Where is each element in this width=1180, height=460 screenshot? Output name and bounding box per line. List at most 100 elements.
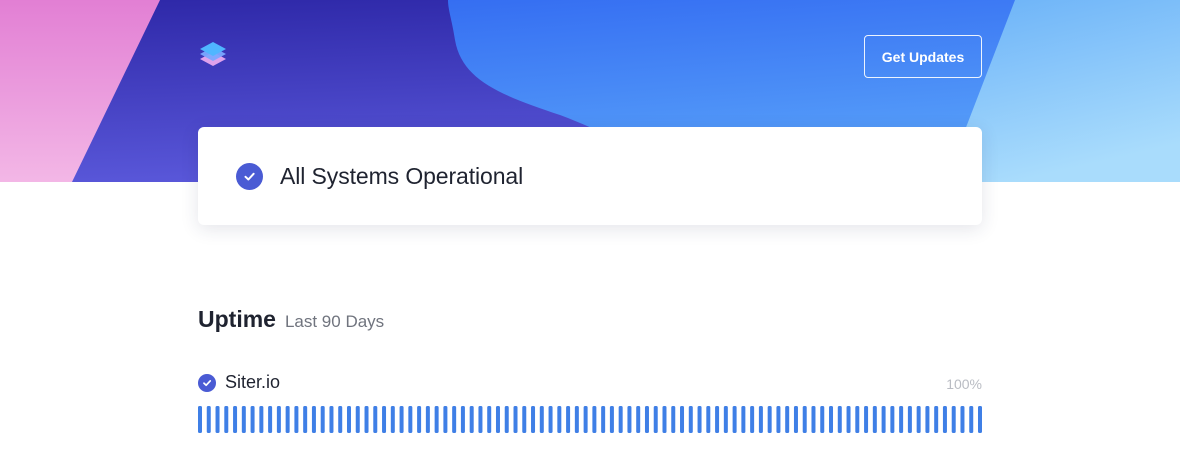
uptime-day-bar[interactable] xyxy=(250,406,255,433)
uptime-day-bar[interactable] xyxy=(495,406,500,433)
uptime-day-bar[interactable] xyxy=(382,406,387,433)
uptime-day-bar[interactable] xyxy=(715,406,720,433)
uptime-day-bar[interactable] xyxy=(268,406,273,433)
uptime-day-bar[interactable] xyxy=(864,406,869,433)
uptime-day-bar[interactable] xyxy=(478,406,483,433)
uptime-day-bar[interactable] xyxy=(618,406,623,433)
uptime-day-bar[interactable] xyxy=(653,406,658,433)
uptime-day-bar[interactable] xyxy=(303,406,308,433)
uptime-day-bar[interactable] xyxy=(899,406,904,433)
uptime-day-bar[interactable] xyxy=(723,406,728,433)
uptime-day-bar[interactable] xyxy=(574,406,579,433)
uptime-day-bar[interactable] xyxy=(741,406,746,433)
uptime-day-bar[interactable] xyxy=(776,406,781,433)
uptime-bar-chart xyxy=(198,406,982,433)
uptime-day-bar[interactable] xyxy=(627,406,632,433)
uptime-day-bar[interactable] xyxy=(688,406,693,433)
uptime-day-bar[interactable] xyxy=(434,406,439,433)
uptime-day-bar[interactable] xyxy=(951,406,956,433)
status-card: All Systems Operational xyxy=(198,127,982,225)
uptime-day-bar[interactable] xyxy=(872,406,877,433)
uptime-day-bar[interactable] xyxy=(294,406,299,433)
uptime-day-bar[interactable] xyxy=(215,406,220,433)
uptime-day-bar[interactable] xyxy=(934,406,939,433)
uptime-day-bar[interactable] xyxy=(978,406,982,433)
uptime-day-bar[interactable] xyxy=(916,406,921,433)
uptime-day-bar[interactable] xyxy=(697,406,702,433)
uptime-day-bar[interactable] xyxy=(241,406,246,433)
uptime-day-bar[interactable] xyxy=(399,406,404,433)
uptime-day-bar[interactable] xyxy=(942,406,947,433)
uptime-day-bar[interactable] xyxy=(925,406,930,433)
uptime-subtitle: Last 90 Days xyxy=(284,312,385,331)
uptime-day-bar[interactable] xyxy=(259,406,264,433)
uptime-day-bar[interactable] xyxy=(373,406,378,433)
uptime-day-bar[interactable] xyxy=(644,406,649,433)
uptime-day-bar[interactable] xyxy=(285,406,290,433)
uptime-day-bar[interactable] xyxy=(364,406,369,433)
uptime-day-bar[interactable] xyxy=(329,406,334,433)
uptime-day-bar[interactable] xyxy=(566,406,571,433)
uptime-day-bar[interactable] xyxy=(601,406,606,433)
uptime-day-bar[interactable] xyxy=(276,406,281,433)
uptime-day-bar[interactable] xyxy=(504,406,509,433)
uptime-day-bar[interactable] xyxy=(662,406,667,433)
uptime-day-bar[interactable] xyxy=(425,406,430,433)
uptime-day-bar[interactable] xyxy=(487,406,492,433)
uptime-day-bar[interactable] xyxy=(390,406,395,433)
uptime-day-bar[interactable] xyxy=(671,406,676,433)
uptime-day-bar[interactable] xyxy=(811,406,816,433)
uptime-day-bar[interactable] xyxy=(198,406,202,433)
uptime-day-bar[interactable] xyxy=(346,406,351,433)
uptime-day-bar[interactable] xyxy=(837,406,842,433)
uptime-day-bar[interactable] xyxy=(767,406,772,433)
uptime-day-bar[interactable] xyxy=(706,406,711,433)
uptime-day-bar[interactable] xyxy=(636,406,641,433)
uptime-day-bar[interactable] xyxy=(513,406,518,433)
uptime-day-bar[interactable] xyxy=(548,406,553,433)
uptime-day-bar[interactable] xyxy=(452,406,457,433)
uptime-day-bar[interactable] xyxy=(855,406,860,433)
uptime-day-bar[interactable] xyxy=(793,406,798,433)
uptime-day-bar[interactable] xyxy=(522,406,527,433)
uptime-day-bar[interactable] xyxy=(680,406,685,433)
uptime-day-bar[interactable] xyxy=(960,406,965,433)
uptime-day-bar[interactable] xyxy=(802,406,807,433)
uptime-day-bar[interactable] xyxy=(224,406,229,433)
service-name: Siter.io xyxy=(225,372,281,392)
uptime-day-bar[interactable] xyxy=(206,406,211,433)
uptime-day-bar[interactable] xyxy=(609,406,614,433)
service-row: Siter.io xyxy=(198,372,280,393)
uptime-day-bar[interactable] xyxy=(469,406,474,433)
uptime-day-bar[interactable] xyxy=(460,406,465,433)
uptime-day-bar[interactable] xyxy=(758,406,763,433)
uptime-day-bar[interactable] xyxy=(890,406,895,433)
layers-icon[interactable] xyxy=(197,40,229,72)
status-text: All Systems Operational xyxy=(280,162,524,189)
uptime-day-bar[interactable] xyxy=(829,406,834,433)
uptime-day-bar[interactable] xyxy=(355,406,360,433)
uptime-day-bar[interactable] xyxy=(750,406,755,433)
uptime-day-bar[interactable] xyxy=(732,406,737,433)
uptime-day-bar[interactable] xyxy=(338,406,343,433)
uptime-day-bar[interactable] xyxy=(592,406,597,433)
uptime-day-bar[interactable] xyxy=(907,406,912,433)
uptime-day-bar[interactable] xyxy=(417,406,422,433)
uptime-day-bar[interactable] xyxy=(881,406,886,433)
uptime-day-bar[interactable] xyxy=(233,406,238,433)
uptime-day-bar[interactable] xyxy=(443,406,448,433)
uptime-day-bar[interactable] xyxy=(846,406,851,433)
uptime-day-bar[interactable] xyxy=(408,406,413,433)
uptime-day-bar[interactable] xyxy=(785,406,790,433)
uptime-day-bar[interactable] xyxy=(820,406,825,433)
uptime-day-bar[interactable] xyxy=(539,406,544,433)
uptime-day-bar[interactable] xyxy=(583,406,588,433)
uptime-day-bar[interactable] xyxy=(531,406,536,433)
uptime-day-bar[interactable] xyxy=(320,406,325,433)
uptime-day-bar[interactable] xyxy=(311,406,316,433)
uptime-day-bar[interactable] xyxy=(557,406,562,433)
uptime-bars xyxy=(198,406,982,433)
check-circle-icon xyxy=(198,373,216,392)
uptime-day-bar[interactable] xyxy=(969,406,974,433)
get-updates-button[interactable]: Get Updates xyxy=(864,35,982,78)
